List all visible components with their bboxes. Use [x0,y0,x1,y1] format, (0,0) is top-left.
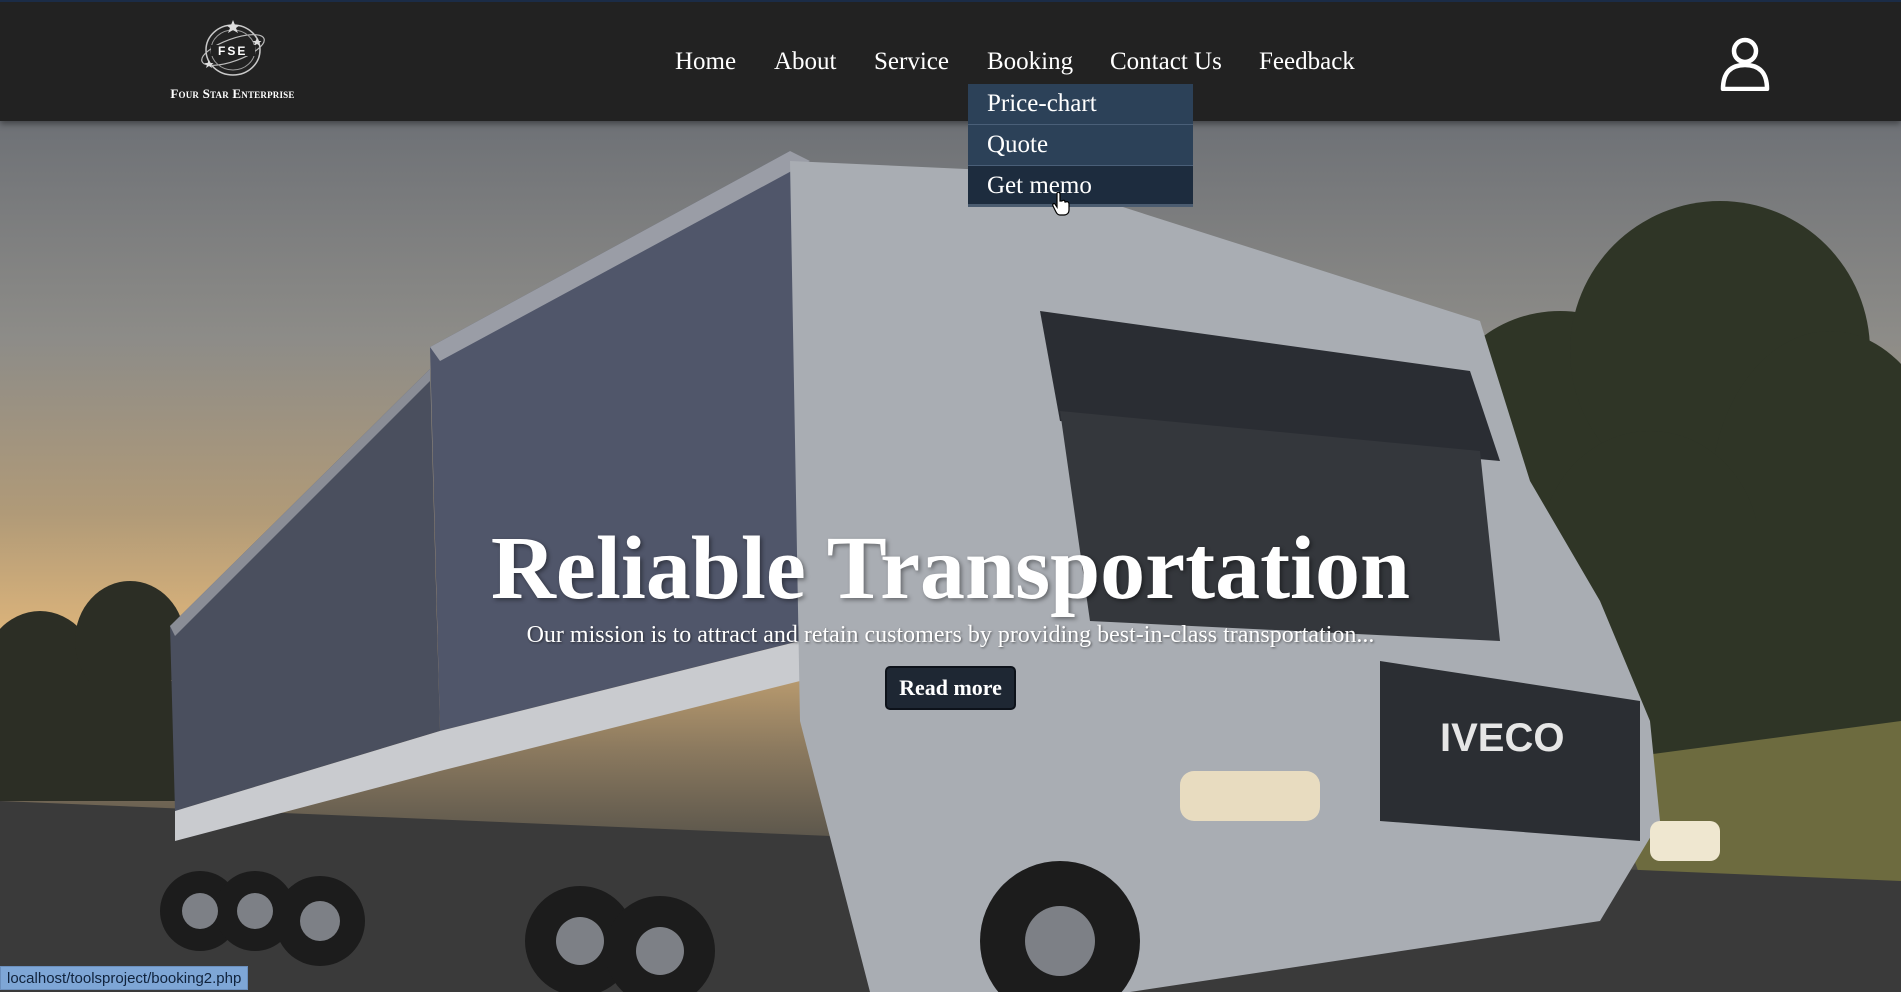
dropdown-item-price-chart[interactable]: Price-chart [968,84,1193,125]
hand-cursor-icon [1052,192,1070,216]
nav-about[interactable]: About [774,46,837,78]
truck-badge: IVECO [1440,716,1564,760]
browser-status-url: localhost/toolsproject/booking2.php [0,966,249,990]
nav-booking[interactable]: Booking [987,46,1073,78]
hero-subtitle: Our mission is to attract and retain cus… [526,622,1375,648]
hero-section: IVECO Reliable Transportation Our missio… [0,121,1901,992]
logo-monogram: FSE [218,44,248,58]
top-navbar: FSE Four Star Enterprise Home About Serv… [0,0,1901,121]
read-more-button[interactable]: Read more [885,666,1016,710]
nav-service[interactable]: Service [874,46,949,78]
nav-feedback[interactable]: Feedback [1259,46,1355,78]
user-icon[interactable] [1717,35,1773,92]
booking-dropdown-menu: Price-chart Quote Get memo [968,84,1193,207]
brand-logo[interactable]: FSE Four Star Enterprise [155,16,310,106]
hero-title: Reliable Transportation [490,519,1411,618]
brand-name: Four Star Enterprise [170,86,295,101]
dropdown-item-get-memo[interactable]: Get memo [968,166,1193,207]
nav-home[interactable]: Home [675,46,736,78]
dropdown-item-quote[interactable]: Quote [968,125,1193,166]
nav-contact-us[interactable]: Contact Us [1110,46,1222,78]
